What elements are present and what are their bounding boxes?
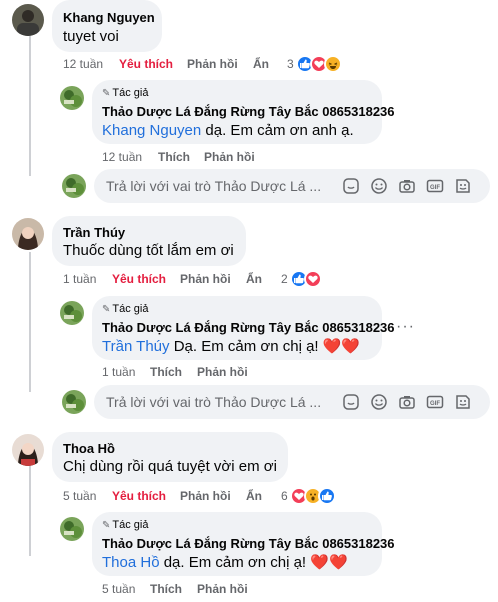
reply-actions: 12 tuần Thích Phản hồi [102,149,302,165]
love-reaction-icon [304,270,322,288]
like-button[interactable]: Yêu thích [112,271,166,287]
hide-button[interactable]: Ẩn [246,488,262,504]
reply-button[interactable]: Phản hồi [180,488,231,504]
avatar-sticker-icon[interactable] [454,393,472,411]
reply-button[interactable]: Phản hồi [197,364,248,380]
pencil-icon: ✎ [102,520,111,531]
reply-actions: 1 tuần Thích Phản hồi [102,364,302,380]
reply-time[interactable]: 5 tuần [102,581,135,597]
reply-button[interactable]: Phản hồi [187,56,238,72]
avatar-sticker-icon[interactable] [454,177,472,195]
like-button[interactable]: Thích [150,364,182,380]
page-avatar[interactable] [60,86,84,110]
emoji-icon[interactable] [370,393,388,411]
like-button[interactable]: Yêu thích [119,56,173,72]
emoji-icon[interactable] [370,177,388,195]
comment-time[interactable]: 12 tuần [63,56,103,72]
comment-author[interactable]: Thoa Hồ [63,441,115,456]
comment-author[interactable]: Khang Nguyen [63,10,155,25]
author-badge: ✎ Tác giả [102,303,149,315]
reply-text: Thoa Hồ dạ. Em cảm ơn chị ạ! ❤️❤️ [102,554,348,571]
hide-button[interactable]: Ẩn [246,271,262,287]
pencil-icon: ✎ [102,88,111,99]
reply-button[interactable]: Phản hồi [197,581,248,597]
avatar[interactable] [12,434,44,466]
mention-link[interactable]: Trần Thúy [102,338,170,355]
author-badge: ✎ Tác giả [102,519,149,531]
reply-time[interactable]: 1 tuần [102,364,135,380]
camera-icon[interactable] [398,393,416,411]
avatar[interactable] [12,218,44,250]
comment-text: Thuốc dùng tốt lắm em ơi [63,242,234,259]
gif-icon[interactable]: GIF [426,177,444,195]
pencil-icon: ✎ [102,304,111,315]
camera-icon[interactable] [398,177,416,195]
reply-author[interactable]: Thảo Dược Lá Đắng Rừng Tây Bắc 086531823… [102,104,395,119]
reply-text: Khang Nguyen dạ. Em cảm ơn anh ạ. [102,122,354,139]
reply-time[interactable]: 12 tuần [102,149,142,165]
page-avatar [62,390,86,414]
page-avatar[interactable] [60,301,84,325]
sticker-icon[interactable] [342,393,360,411]
haha-reaction-icon [324,55,342,73]
more-options-icon[interactable]: ··· [396,318,415,336]
like-button[interactable]: Thích [150,581,182,597]
reaction-count[interactable]: 2 [281,272,288,286]
author-badge: ✎ Tác giả [102,87,149,99]
hide-button[interactable]: Ẩn [253,56,269,72]
reply-input[interactable]: Trả lời với vai trò Thảo Dược Lá ... GIF [94,169,490,203]
thread-line [29,36,31,176]
like-reaction-icon [318,487,336,505]
comment-text: Chị dùng rồi quá tuyệt vời em ơi [63,458,277,475]
reaction-count[interactable]: 3 [287,57,294,71]
reply-author[interactable]: Thảo Dược Lá Đắng Rừng Tây Bắc 086531823… [102,320,395,335]
svg-text:GIF: GIF [430,185,440,191]
avatar[interactable] [12,4,44,36]
mention-link[interactable]: Khang Nguyen [102,122,201,139]
comment-text: tuyet voi [63,28,119,45]
reply-actions: 5 tuần Thích Phản hồi [102,581,302,597]
svg-text:GIF: GIF [430,401,440,407]
comment-time[interactable]: 5 tuần [63,488,96,504]
reply-author[interactable]: Thảo Dược Lá Đắng Rừng Tây Bắc 086531823… [102,536,395,551]
reply-input[interactable]: Trả lời với vai trò Thảo Dược Lá ... GIF [94,385,490,419]
reply-button[interactable]: Phản hồi [204,149,255,165]
thread-line [29,252,31,392]
thread-line [29,466,31,556]
page-avatar[interactable] [60,517,84,541]
mention-link[interactable]: Thoa Hồ [102,554,160,571]
reply-placeholder: Trả lời với vai trò Thảo Dược Lá ... [106,394,322,410]
reaction-count[interactable]: 6 [281,489,288,503]
comment-author[interactable]: Trần Thúy [63,225,125,240]
reply-button[interactable]: Phản hồi [180,271,231,287]
reply-placeholder: Trả lời với vai trò Thảo Dược Lá ... [106,178,322,194]
like-button[interactable]: Yêu thích [112,488,166,504]
gif-icon[interactable]: GIF [426,393,444,411]
comment-actions: 12 tuần Yêu thích Phản hồi Ẩn [63,56,323,72]
comment-time[interactable]: 1 tuần [63,271,96,287]
reply-text: Trần Thúy Dạ. Em cảm ơn chị ạ! ❤️❤️ [102,338,361,355]
like-button[interactable]: Thích [158,149,190,165]
sticker-icon[interactable] [342,177,360,195]
page-avatar [62,174,86,198]
